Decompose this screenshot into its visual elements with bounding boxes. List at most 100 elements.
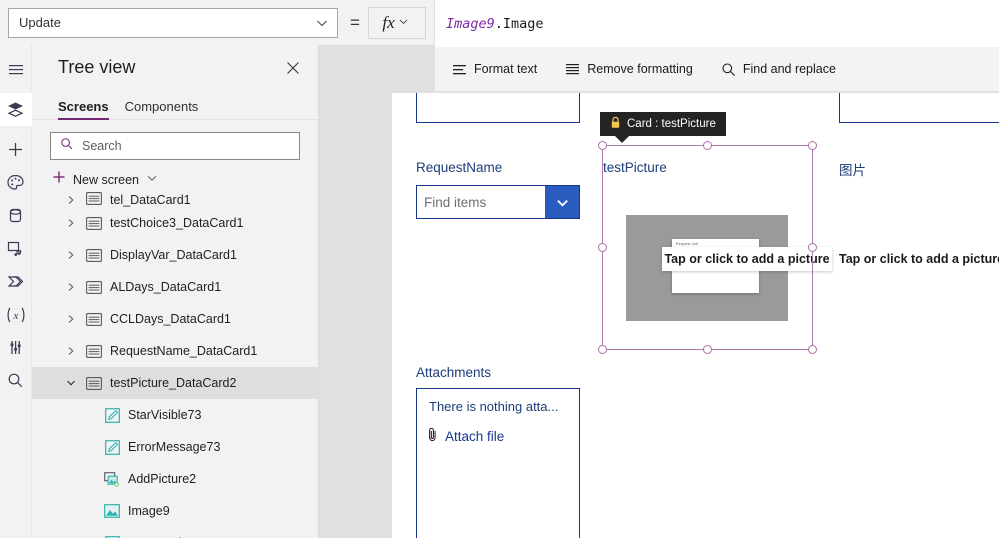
find-and-replace-label: Find and replace bbox=[742, 62, 836, 76]
chevron-down-icon bbox=[398, 16, 412, 30]
find-and-replace-button[interactable]: Find and replace bbox=[718, 54, 839, 84]
fx-button[interactable]: fx bbox=[368, 6, 426, 39]
selection-handle-top-center[interactable] bbox=[703, 141, 712, 150]
chevron-down-icon bbox=[315, 16, 329, 30]
search-input[interactable] bbox=[80, 138, 290, 154]
svg-text:x: x bbox=[12, 310, 18, 322]
tree-item-label: testPicture_DataCard2 bbox=[110, 376, 237, 390]
advanced-settings-icon[interactable] bbox=[0, 331, 32, 364]
equals-sign: = bbox=[350, 12, 360, 32]
selection-handle-top-right[interactable] bbox=[808, 141, 817, 150]
datacard-icon bbox=[85, 189, 103, 207]
chevron-down-icon[interactable] bbox=[545, 186, 579, 218]
close-icon[interactable] bbox=[282, 57, 304, 79]
picture-label-cn: 图片 bbox=[839, 163, 866, 178]
remove-formatting-button[interactable]: Remove formatting bbox=[562, 54, 696, 84]
datacard-icon bbox=[85, 214, 103, 232]
app-canvas: RequestName Find items Attachments There… bbox=[392, 93, 999, 538]
tree-item-starvisible73[interactable]: StarVisible73 bbox=[32, 399, 318, 431]
power-automate-icon[interactable] bbox=[0, 265, 32, 298]
attachments-empty-message: There is nothing atta... bbox=[429, 399, 559, 414]
request-name-label: RequestName bbox=[416, 160, 503, 175]
label-icon bbox=[103, 406, 121, 424]
attach-file-button[interactable]: Attach file bbox=[427, 427, 504, 445]
tooltip-arrow bbox=[614, 135, 630, 143]
left-rail: x bbox=[0, 45, 32, 538]
theme-palette-icon[interactable] bbox=[0, 166, 32, 199]
fx-label: fx bbox=[382, 12, 395, 32]
add-picture-cta[interactable]: Tap or click to add a picture bbox=[662, 247, 832, 271]
twisty-none bbox=[82, 408, 96, 422]
tree-item-image9[interactable]: Image9 bbox=[32, 495, 318, 527]
remove-formatting-label: Remove formatting bbox=[587, 62, 693, 76]
chevron-right-icon[interactable] bbox=[64, 312, 78, 326]
add-picture-cta-right[interactable]: Tap or click to add a picture bbox=[839, 252, 999, 266]
search-icon[interactable] bbox=[0, 364, 32, 397]
tree-item-label: DisplayVar_DataCard1 bbox=[110, 248, 237, 262]
search-icon bbox=[721, 62, 736, 77]
tree-item-ccldays_datacard1[interactable]: CCLDays_DataCard1 bbox=[32, 303, 318, 335]
selection-handle-bottom-right[interactable] bbox=[808, 345, 817, 354]
chevron-down-icon[interactable] bbox=[64, 376, 78, 390]
tree-item-label: Image9 bbox=[128, 504, 170, 518]
label-icon bbox=[103, 534, 121, 538]
chevron-right-icon[interactable] bbox=[64, 344, 78, 358]
test-picture-label: testPicture bbox=[603, 160, 667, 175]
tab-components[interactable]: Components bbox=[125, 99, 199, 119]
tree-item-displayvar_datacard1[interactable]: DisplayVar_DataCard1 bbox=[32, 239, 318, 271]
tab-screens[interactable]: Screens bbox=[58, 99, 109, 120]
selection-handle-bottom-center[interactable] bbox=[703, 345, 712, 354]
insert-plus-icon[interactable] bbox=[0, 133, 32, 166]
datacard-icon bbox=[85, 310, 103, 328]
attachments-box[interactable]: There is nothing atta... Attach file bbox=[416, 388, 580, 538]
selection-handle-middle-right[interactable] bbox=[808, 243, 817, 252]
tree-item-errormessage73[interactable]: ErrorMessage73 bbox=[32, 431, 318, 463]
tree-item-datacardkey73[interactable]: DataCardKey73 bbox=[32, 527, 318, 538]
selection-handle-middle-left[interactable] bbox=[598, 243, 607, 252]
media-icon[interactable] bbox=[0, 232, 32, 265]
chevron-right-icon[interactable] bbox=[64, 248, 78, 262]
tree-item-requestname_datacard1[interactable]: RequestName_DataCard1 bbox=[32, 335, 318, 367]
lock-icon bbox=[610, 116, 621, 132]
tree-view-tabs: Screens Components bbox=[32, 90, 318, 120]
attachments-label: Attachments bbox=[416, 365, 492, 380]
selection-tooltip-label: Card : testPicture bbox=[627, 118, 716, 130]
app-root: Update = fx Image9 .Image Format text Re… bbox=[0, 0, 999, 538]
tree-item-label: tel_DataCard1 bbox=[110, 193, 191, 207]
hamburger-menu-icon[interactable] bbox=[0, 53, 32, 86]
text-input-stub-right[interactable] bbox=[839, 93, 999, 123]
tree-item-list: tel_DataCard1 testChoice3_DataCard1 Displa… bbox=[32, 185, 318, 538]
text-input-stub-left[interactable] bbox=[416, 93, 580, 123]
tree-item-addpicture2[interactable]: AddPicture2 bbox=[32, 463, 318, 495]
tree-view-icon[interactable] bbox=[0, 93, 32, 126]
tree-item-label: RequestName_DataCard1 bbox=[110, 344, 258, 358]
selection-handle-bottom-left[interactable] bbox=[598, 345, 607, 354]
formula-input[interactable]: Image9 .Image bbox=[435, 0, 999, 47]
tree-item-aldays_datacard1[interactable]: ALDays_DataCard1 bbox=[32, 271, 318, 303]
tree-item-testchoice3_datacard1[interactable]: testChoice3_DataCard1 bbox=[32, 207, 318, 239]
datacard-icon bbox=[85, 374, 103, 392]
tree-item-label: testChoice3_DataCard1 bbox=[110, 216, 244, 230]
request-name-combobox[interactable]: Find items bbox=[416, 185, 580, 219]
property-select-value: Update bbox=[19, 15, 61, 30]
chevron-right-icon[interactable] bbox=[64, 193, 78, 207]
chevron-right-icon[interactable] bbox=[64, 280, 78, 294]
tree-item-testpicture_datacard2[interactable]: testPicture_DataCard2 bbox=[32, 367, 318, 399]
search-box[interactable] bbox=[50, 132, 300, 160]
data-sources-icon[interactable] bbox=[0, 199, 32, 232]
attach-file-label: Attach file bbox=[445, 428, 505, 444]
tree-item-label: AddPicture2 bbox=[128, 472, 197, 486]
label-icon bbox=[103, 438, 121, 456]
format-text-button[interactable]: Format text bbox=[449, 54, 540, 84]
tree-item-label: ALDays_DataCard1 bbox=[110, 280, 222, 294]
tree-item-tel_datacard1[interactable]: tel_DataCard1 bbox=[32, 185, 318, 207]
request-name-placeholder: Find items bbox=[424, 194, 487, 210]
formula-rest: .Image bbox=[494, 15, 544, 32]
property-select[interactable]: Update bbox=[8, 7, 338, 38]
chevron-right-icon[interactable] bbox=[64, 216, 78, 230]
tree-item-label: StarVisible73 bbox=[128, 408, 202, 422]
selection-handle-top-left[interactable] bbox=[598, 141, 607, 150]
remove-formatting-icon bbox=[565, 63, 580, 76]
twisty-none bbox=[82, 472, 96, 486]
variables-icon[interactable]: x bbox=[0, 298, 32, 331]
